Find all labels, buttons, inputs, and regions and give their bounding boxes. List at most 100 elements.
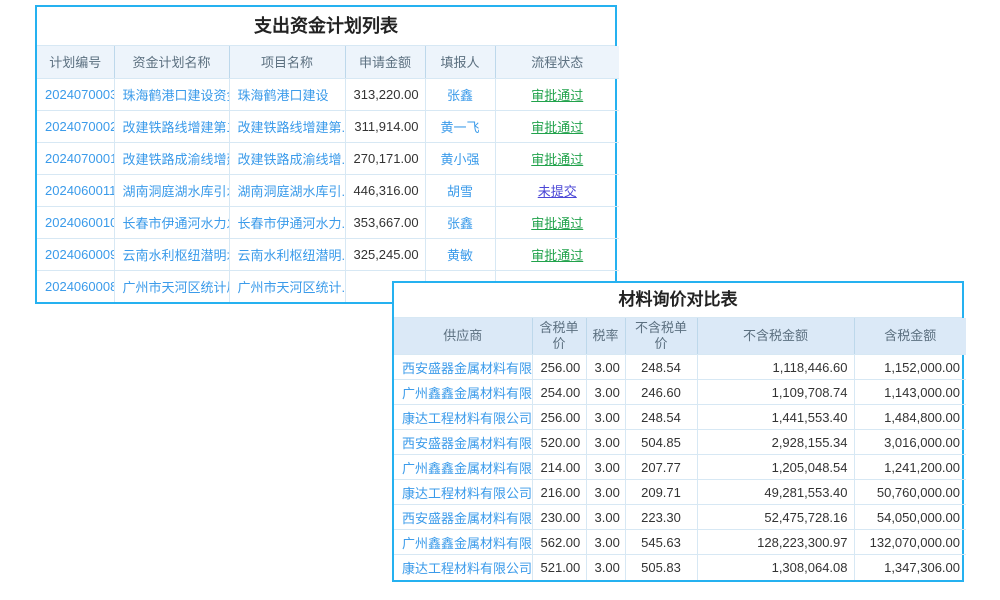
amount-excl-tax-value: 1,205,048.54 xyxy=(697,455,854,480)
plan-no-link[interactable]: 2024060008 xyxy=(37,270,114,302)
price-excl-tax-value: 505.83 xyxy=(625,555,697,580)
table-row: 广州鑫鑫金属材料有限公司254.003.00246.601,109,708.74… xyxy=(394,380,966,405)
table-row: 西安盛器金属材料有限公司230.003.00223.3052,475,728.1… xyxy=(394,505,966,530)
project-name-link[interactable]: 云南水利枢纽潜明... xyxy=(229,238,345,270)
project-name-link[interactable]: 广州市天河区统计... xyxy=(229,270,345,302)
supplier-link[interactable]: 康达工程材料有限公司 xyxy=(394,555,532,580)
material-inquiry-table: 供应商含税单价税率不含税单价不含税金额含税金额西安盛器金属材料有限公司256.0… xyxy=(394,318,966,580)
table-row: 2024070002改建铁路线增建第二...改建铁路线增建第...311,914… xyxy=(37,110,619,142)
project-name-link[interactable]: 改建铁路成渝线增... xyxy=(229,142,345,174)
amount-value: 353,667.00 xyxy=(345,206,425,238)
price-incl-tax-value: 562.00 xyxy=(532,530,586,555)
amount-incl-tax-value: 1,347,306.00 xyxy=(854,555,966,580)
fund-plan-name-link[interactable]: 湖南洞庭湖水库引水... xyxy=(114,174,229,206)
table-row: 康达工程材料有限公司216.003.00209.7149,281,553.405… xyxy=(394,480,966,505)
status-link[interactable]: 审批通过 xyxy=(495,238,619,270)
fund-plan-name-link[interactable]: 改建铁路线增建第二... xyxy=(114,110,229,142)
reporter-link[interactable]: 胡雪 xyxy=(425,174,495,206)
amount-value: 311,914.00 xyxy=(345,110,425,142)
amount-excl-tax-value: 1,118,446.60 xyxy=(697,355,854,380)
status-link[interactable]: 审批通过 xyxy=(495,78,619,110)
supplier-link[interactable]: 广州鑫鑫金属材料有限公司 xyxy=(394,455,532,480)
price-incl-tax-value: 256.00 xyxy=(532,405,586,430)
column-header: 项目名称 xyxy=(229,46,345,78)
table-row: 西安盛器金属材料有限公司520.003.00504.852,928,155.34… xyxy=(394,430,966,455)
price-incl-tax-value: 254.00 xyxy=(532,380,586,405)
table-row: 广州鑫鑫金属材料有限公司214.003.00207.771,205,048.54… xyxy=(394,455,966,480)
supplier-link[interactable]: 西安盛器金属材料有限公司 xyxy=(394,505,532,530)
supplier-link[interactable]: 康达工程材料有限公司 xyxy=(394,480,532,505)
tax-rate-value: 3.00 xyxy=(586,405,625,430)
price-excl-tax-value: 246.60 xyxy=(625,380,697,405)
reporter-link[interactable]: 张鑫 xyxy=(425,206,495,238)
supplier-link[interactable]: 广州鑫鑫金属材料有限公司 xyxy=(394,380,532,405)
amount-excl-tax-value: 2,928,155.34 xyxy=(697,430,854,455)
price-incl-tax-value: 521.00 xyxy=(532,555,586,580)
tax-rate-value: 3.00 xyxy=(586,555,625,580)
table-row: 2024070003珠海鹤港口建设资金...珠海鹤港口建设313,220.00张… xyxy=(37,78,619,110)
table-row: 康达工程材料有限公司256.003.00248.541,441,553.401,… xyxy=(394,405,966,430)
price-excl-tax-value: 248.54 xyxy=(625,355,697,380)
amount-incl-tax-value: 132,070,000.00 xyxy=(854,530,966,555)
reporter-link[interactable]: 黄敏 xyxy=(425,238,495,270)
price-excl-tax-value: 223.30 xyxy=(625,505,697,530)
table-row: 2024060011湖南洞庭湖水库引水...湖南洞庭湖水库引...446,316… xyxy=(37,174,619,206)
price-excl-tax-value: 504.85 xyxy=(625,430,697,455)
expenditure-plan-title: 支出资金计划列表 xyxy=(37,7,615,46)
amount-excl-tax-value: 1,109,708.74 xyxy=(697,380,854,405)
column-header: 含税金额 xyxy=(854,318,966,355)
tax-rate-value: 3.00 xyxy=(586,380,625,405)
price-excl-tax-value: 545.63 xyxy=(625,530,697,555)
table-row: 康达工程材料有限公司521.003.00505.831,308,064.081,… xyxy=(394,555,966,580)
supplier-link[interactable]: 西安盛器金属材料有限公司 xyxy=(394,430,532,455)
amount-incl-tax-value: 1,484,800.00 xyxy=(854,405,966,430)
supplier-link[interactable]: 康达工程材料有限公司 xyxy=(394,405,532,430)
page: 支出资金计划列表 计划编号资金计划名称项目名称申请金额填报人流程状态202407… xyxy=(0,0,1000,600)
column-header: 税率 xyxy=(586,318,625,355)
reporter-link[interactable]: 张鑫 xyxy=(425,78,495,110)
column-header: 计划编号 xyxy=(37,46,114,78)
status-link[interactable]: 审批通过 xyxy=(495,142,619,174)
header-row: 计划编号资金计划名称项目名称申请金额填报人流程状态 xyxy=(37,46,619,78)
table-row: 广州鑫鑫金属材料有限公司562.003.00545.63128,223,300.… xyxy=(394,530,966,555)
plan-no-link[interactable]: 2024070002 xyxy=(37,110,114,142)
table-row: 2024060010长春市伊通河水力发...长春市伊通河水力...353,667… xyxy=(37,206,619,238)
column-header: 申请金额 xyxy=(345,46,425,78)
amount-incl-tax-value: 1,241,200.00 xyxy=(854,455,966,480)
tax-rate-value: 3.00 xyxy=(586,530,625,555)
material-inquiry-panel: 材料询价对比表 供应商含税单价税率不含税单价不含税金额含税金额西安盛器金属材料有… xyxy=(392,281,964,582)
column-header: 流程状态 xyxy=(495,46,619,78)
amount-value: 446,316.00 xyxy=(345,174,425,206)
plan-no-link[interactable]: 2024070003 xyxy=(37,78,114,110)
amount-incl-tax-value: 1,143,000.00 xyxy=(854,380,966,405)
project-name-link[interactable]: 湖南洞庭湖水库引... xyxy=(229,174,345,206)
fund-plan-name-link[interactable]: 云南水利枢纽潜明水... xyxy=(114,238,229,270)
table-row: 2024070001改建铁路成渝线增建...改建铁路成渝线增...270,171… xyxy=(37,142,619,174)
amount-incl-tax-value: 54,050,000.00 xyxy=(854,505,966,530)
price-incl-tax-value: 256.00 xyxy=(532,355,586,380)
plan-no-link[interactable]: 2024060009 xyxy=(37,238,114,270)
reporter-link[interactable]: 黄一飞 xyxy=(425,110,495,142)
fund-plan-name-link[interactable]: 长春市伊通河水力发... xyxy=(114,206,229,238)
material-inquiry-title: 材料询价对比表 xyxy=(394,283,962,318)
tax-rate-value: 3.00 xyxy=(586,455,625,480)
fund-plan-name-link[interactable]: 改建铁路成渝线增建... xyxy=(114,142,229,174)
column-header: 含税单价 xyxy=(532,318,586,355)
status-link[interactable]: 未提交 xyxy=(495,174,619,206)
column-header: 不含税金额 xyxy=(697,318,854,355)
plan-no-link[interactable]: 2024070001 xyxy=(37,142,114,174)
supplier-link[interactable]: 广州鑫鑫金属材料有限公司 xyxy=(394,530,532,555)
plan-no-link[interactable]: 2024060011 xyxy=(37,174,114,206)
plan-no-link[interactable]: 2024060010 xyxy=(37,206,114,238)
project-name-link[interactable]: 珠海鹤港口建设 xyxy=(229,78,345,110)
reporter-link[interactable]: 黄小强 xyxy=(425,142,495,174)
price-excl-tax-value: 248.54 xyxy=(625,405,697,430)
fund-plan-name-link[interactable]: 珠海鹤港口建设资金... xyxy=(114,78,229,110)
supplier-link[interactable]: 西安盛器金属材料有限公司 xyxy=(394,355,532,380)
fund-plan-name-link[interactable]: 广州市天河区统计局... xyxy=(114,270,229,302)
amount-excl-tax-value: 49,281,553.40 xyxy=(697,480,854,505)
status-link[interactable]: 审批通过 xyxy=(495,206,619,238)
status-link[interactable]: 审批通过 xyxy=(495,110,619,142)
project-name-link[interactable]: 改建铁路线增建第... xyxy=(229,110,345,142)
project-name-link[interactable]: 长春市伊通河水力... xyxy=(229,206,345,238)
